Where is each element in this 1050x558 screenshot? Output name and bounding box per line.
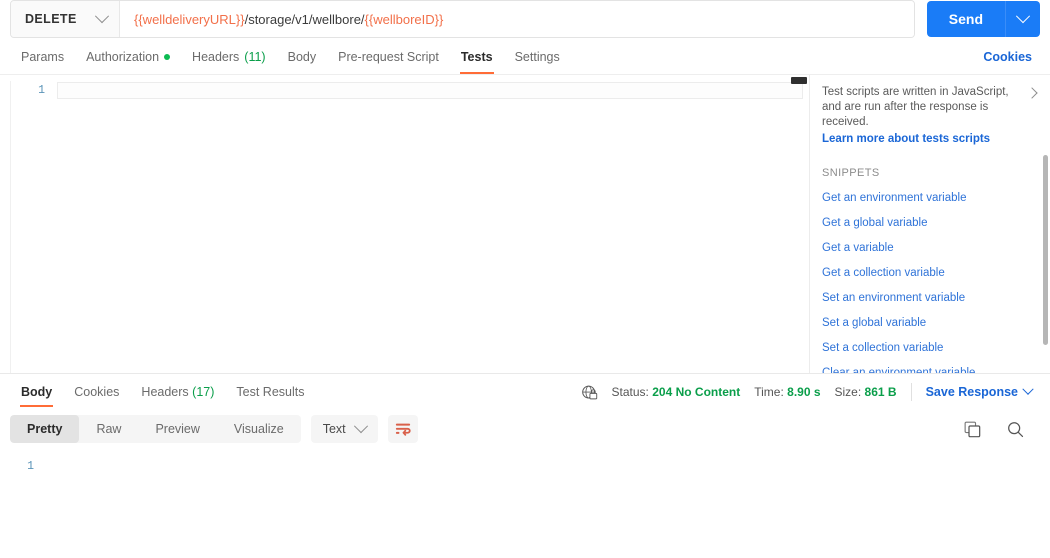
editor-scrollbar-thumb[interactable] bbox=[791, 77, 807, 84]
search-button[interactable] bbox=[1007, 421, 1024, 438]
secure-connection-icon[interactable] bbox=[581, 384, 598, 401]
status-value: 204 No Content bbox=[652, 385, 741, 399]
tab-label: Body bbox=[287, 50, 317, 64]
editor-line-number: 1 bbox=[38, 84, 45, 97]
word-wrap-button[interactable] bbox=[387, 415, 418, 443]
url-variable-id: {{wellboreID}} bbox=[364, 11, 444, 27]
tab-label: Cookies bbox=[74, 385, 120, 399]
http-method-label: DELETE bbox=[25, 12, 77, 26]
size-value: 861 B bbox=[864, 385, 897, 399]
tab-label: Tests bbox=[460, 50, 493, 64]
snippet-set-global-variable[interactable]: Set a global variable bbox=[822, 317, 1032, 329]
copy-button[interactable] bbox=[964, 421, 981, 438]
response-tabs-bar: Body Cookies Headers (17) Test Results S… bbox=[0, 374, 1050, 407]
response-toolbar-actions bbox=[964, 421, 1040, 438]
tab-label: Body bbox=[21, 385, 53, 399]
learn-more-link[interactable]: Learn more about tests scripts bbox=[822, 133, 1032, 145]
snippet-get-global-variable[interactable]: Get a global variable bbox=[822, 217, 1032, 229]
tab-label: Headers bbox=[192, 50, 240, 64]
tab-body[interactable]: Body bbox=[277, 40, 328, 74]
response-tab-cookies[interactable]: Cookies bbox=[63, 377, 130, 407]
response-body-viewer[interactable]: 1 bbox=[0, 451, 1050, 477]
time-value: 8.90 s bbox=[787, 385, 821, 399]
divider bbox=[910, 383, 912, 401]
http-method-select[interactable]: DELETE bbox=[11, 1, 119, 37]
request-tabs: Params Authorization Headers (11) Body P… bbox=[0, 40, 1050, 75]
status-label: Status: bbox=[611, 385, 649, 399]
tab-label: Test Results bbox=[236, 385, 305, 399]
tab-label: Headers bbox=[141, 385, 189, 399]
tab-label: Pre-request Script bbox=[338, 50, 439, 64]
cookies-link[interactable]: Cookies bbox=[983, 50, 1032, 64]
size-label: Size: bbox=[834, 385, 862, 399]
tab-label: Settings bbox=[514, 50, 560, 64]
view-visualize-button[interactable]: Visualize bbox=[217, 415, 301, 443]
response-line-number: 1 bbox=[27, 460, 34, 473]
tab-authorization[interactable]: Authorization bbox=[75, 40, 181, 74]
response-tab-body[interactable]: Body bbox=[10, 377, 63, 407]
editor-line: 1 bbox=[11, 81, 803, 101]
save-response-label: Save Response bbox=[925, 385, 1018, 399]
search-icon bbox=[1008, 421, 1024, 437]
tab-tests[interactable]: Tests bbox=[450, 40, 504, 74]
send-button[interactable]: Send bbox=[927, 1, 1005, 37]
tests-script-editor-pane: 1 bbox=[0, 75, 810, 373]
status-group: Status: 204 No Content bbox=[612, 385, 741, 399]
tab-headers[interactable]: Headers (11) bbox=[181, 40, 277, 74]
send-button-group: Send bbox=[926, 1, 1040, 37]
response-view-switch: Pretty Raw Preview Visualize bbox=[10, 415, 301, 443]
view-raw-button[interactable]: Raw bbox=[79, 415, 138, 443]
snippets-scrollbar-thumb[interactable] bbox=[1043, 155, 1048, 345]
tab-badge: (17) bbox=[192, 385, 215, 399]
size-group: Size: 861 B bbox=[835, 385, 897, 399]
response-tab-test-results[interactable]: Test Results bbox=[225, 377, 315, 407]
snippets-description: Test scripts are written in JavaScript, … bbox=[822, 86, 1009, 128]
tests-script-editor[interactable]: 1 bbox=[10, 81, 803, 373]
chevron-down-icon bbox=[94, 9, 110, 24]
snippet-clear-environment-variable[interactable]: Clear an environment variable bbox=[822, 367, 1032, 373]
snippets-pane: Test scripts are written in JavaScript, … bbox=[810, 75, 1050, 373]
response-meta: Status: 204 No Content Time: 8.90 s Size… bbox=[581, 383, 1040, 401]
tab-settings[interactable]: Settings bbox=[504, 40, 571, 74]
snippet-set-collection-variable[interactable]: Set a collection variable bbox=[822, 342, 1032, 354]
view-preview-button[interactable]: Preview bbox=[138, 415, 216, 443]
send-options-button[interactable] bbox=[1005, 1, 1040, 37]
response-format-label: Text bbox=[322, 422, 346, 436]
time-label: Time: bbox=[754, 385, 784, 399]
save-response-button[interactable]: Save Response bbox=[925, 383, 1040, 399]
tab-params[interactable]: Params bbox=[10, 40, 75, 74]
collapse-panel-button[interactable] bbox=[1026, 87, 1040, 99]
snippet-get-collection-variable[interactable]: Get a collection variable bbox=[822, 267, 1032, 279]
chevron-down-icon bbox=[353, 419, 368, 434]
chevron-down-icon bbox=[1022, 383, 1034, 395]
tab-label: Params bbox=[21, 50, 65, 64]
authorization-status-dot-icon bbox=[164, 54, 171, 60]
url-variable-base: {{welldeliveryURL}} bbox=[134, 11, 245, 27]
tests-script-section: 1 Test scripts are written in JavaScript… bbox=[0, 75, 1050, 374]
response-format-select[interactable]: Text bbox=[310, 415, 378, 443]
tab-label: Authorization bbox=[86, 50, 160, 64]
tab-badge: (11) bbox=[244, 50, 266, 64]
response-toolbar: Pretty Raw Preview Visualize Text bbox=[0, 407, 1050, 451]
snippet-set-environment-variable[interactable]: Set an environment variable bbox=[822, 292, 1032, 304]
chevron-down-icon bbox=[1015, 9, 1031, 24]
time-group: Time: 8.90 s bbox=[754, 385, 820, 399]
copy-icon bbox=[964, 421, 981, 437]
method-url-group: DELETE {{welldeliveryURL}}/storage/v1/we… bbox=[10, 0, 915, 38]
tab-pre-request-script[interactable]: Pre-request Script bbox=[327, 40, 450, 74]
snippets-section-title: SNIPPETS bbox=[822, 167, 880, 179]
editor-line-content[interactable] bbox=[57, 82, 803, 99]
response-tab-headers[interactable]: Headers (17) bbox=[130, 377, 225, 407]
snippet-get-variable[interactable]: Get a variable bbox=[822, 242, 1032, 254]
chevron-right-icon bbox=[1026, 87, 1038, 99]
request-url-bar: DELETE {{welldeliveryURL}}/storage/v1/we… bbox=[0, 0, 1050, 40]
url-input[interactable]: {{welldeliveryURL}}/storage/v1/wellbore/… bbox=[119, 1, 914, 37]
view-pretty-button[interactable]: Pretty bbox=[10, 415, 80, 443]
response-line: 1 bbox=[0, 457, 1050, 477]
snippet-get-environment-variable[interactable]: Get an environment variable bbox=[822, 192, 1032, 204]
url-path: /storage/v1/wellbore/ bbox=[244, 11, 365, 27]
word-wrap-icon bbox=[395, 423, 411, 436]
